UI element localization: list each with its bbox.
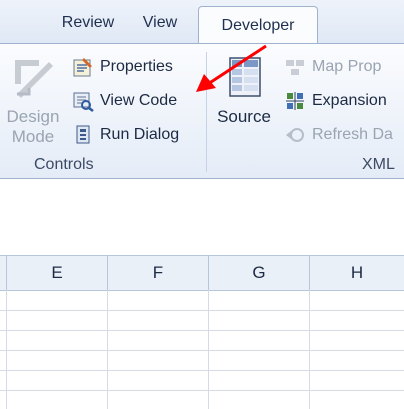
properties-icon	[72, 56, 94, 78]
controls-group-label: Controls	[34, 156, 94, 173]
run-dialog-icon	[72, 124, 94, 146]
grid-hline	[0, 370, 404, 371]
refresh-data-label: Refresh Da	[312, 126, 393, 143]
map-properties-button[interactable]: Map Prop	[284, 56, 381, 78]
expansion-packs-icon	[284, 90, 306, 112]
design-mode-label-line1: Design	[6, 107, 60, 126]
properties-button[interactable]: Properties	[72, 56, 173, 78]
properties-label: Properties	[100, 58, 173, 75]
map-properties-label: Map Prop	[312, 58, 382, 75]
refresh-data-icon	[284, 124, 306, 146]
tab-review[interactable]: Review	[48, 8, 128, 38]
column-header-f[interactable]: F	[108, 256, 209, 290]
refresh-data-button[interactable]: Refresh Da	[284, 124, 393, 146]
map-properties-icon	[284, 56, 306, 78]
grid-hline	[0, 330, 404, 331]
ribbon-tab-bar: Review View Developer	[0, 0, 404, 45]
red-arrow-annotation	[196, 44, 267, 92]
column-header-bar: E F G H	[0, 255, 404, 291]
column-header-h[interactable]: H	[310, 256, 404, 290]
grid-hline	[0, 390, 404, 391]
grid-hline	[0, 350, 404, 351]
design-mode-button[interactable]: Design Mode	[2, 54, 64, 147]
tab-view[interactable]: View	[128, 8, 192, 38]
expansion-packs-label: Expansion	[312, 92, 387, 109]
expansion-packs-button[interactable]: Expansion	[284, 90, 387, 112]
source-label: Source	[217, 107, 271, 126]
run-dialog-button[interactable]: Run Dialog	[72, 124, 179, 146]
view-code-icon	[72, 90, 94, 112]
view-code-label: View Code	[100, 92, 178, 109]
run-dialog-label: Run Dialog	[100, 126, 180, 143]
column-header-edge	[0, 256, 7, 290]
view-code-button[interactable]: View Code	[72, 90, 177, 112]
column-header-g[interactable]: G	[209, 256, 310, 290]
xml-group-label: XML	[362, 156, 395, 173]
grid-hline	[0, 310, 404, 311]
column-header-e[interactable]: E	[7, 256, 108, 290]
design-mode-icon	[15, 60, 53, 98]
design-mode-label-line2: Mode	[11, 127, 55, 146]
